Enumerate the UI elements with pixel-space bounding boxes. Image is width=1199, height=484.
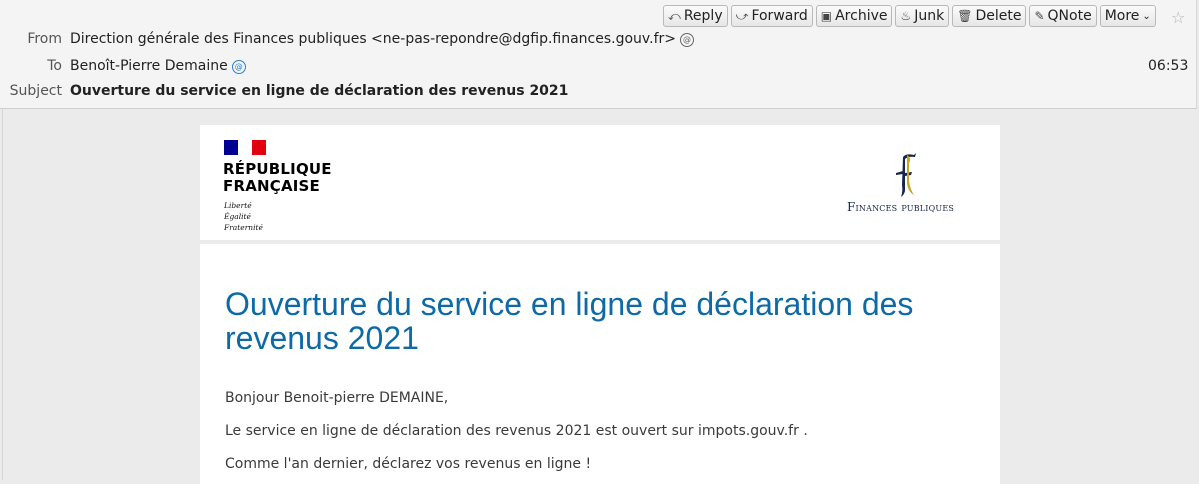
- forward-button[interactable]: ⤻ Forward: [730, 5, 813, 27]
- paragraph: Le service en ligne de déclaration des r…: [225, 423, 808, 439]
- paragraph: Comme l'an dernier, déclarez vos revenus…: [225, 456, 592, 472]
- junk-label: Junk: [914, 8, 945, 24]
- from-value[interactable]: Direction générale des Finances publique…: [70, 31, 694, 47]
- motto-line: Fraternité: [224, 223, 263, 232]
- motto: Liberté Égalité Fraternité: [224, 200, 263, 233]
- fp-text-label: Finances publiques: [847, 200, 955, 214]
- from-label: From: [27, 31, 62, 47]
- motto-line: Égalité: [224, 212, 251, 221]
- rf-line2: FRANÇAISE: [223, 177, 321, 195]
- subject-label: Subject: [9, 83, 62, 99]
- message-header: ⤺ Reply ⤻ Forward ▣ Archive ♨ Junk 🗑 Delete ✎…: [0, 0, 1197, 109]
- finances-publiques-logo-icon: [896, 153, 916, 197]
- forward-icon: ⤻: [735, 8, 749, 23]
- finances-publiques-text: Finances publiques: [847, 200, 954, 214]
- to-label: To: [47, 58, 62, 74]
- star-icon[interactable]: ☆: [1171, 8, 1185, 27]
- reply-icon: ⤺: [668, 8, 681, 23]
- junk-button[interactable]: ♨ Junk: [895, 5, 950, 27]
- republique-logo: RÉPUBLIQUE FRANÇAISE: [223, 161, 332, 195]
- archive-icon: ▣: [820, 9, 833, 23]
- message-toolbar: ⤺ Reply ⤻ Forward ▣ Archive ♨ Junk 🗑 Delete ✎…: [663, 5, 1156, 27]
- forward-label: Forward: [751, 8, 808, 24]
- greeting: Bonjour Benoit-pierre DEMAINE,: [225, 390, 449, 406]
- to-value[interactable]: Benoît-Pierre Demaine @: [70, 58, 246, 74]
- contact-at-icon[interactable]: @: [680, 33, 694, 47]
- archive-button[interactable]: ▣ Archive: [815, 5, 893, 27]
- french-flag-icon: [224, 140, 266, 155]
- qnote-icon: ✎: [1034, 9, 1045, 23]
- junk-icon: ♨: [900, 9, 912, 23]
- email-content: Ouverture du service en ligne de déclara…: [200, 244, 1000, 484]
- qnote-button[interactable]: ✎ QNote: [1029, 5, 1097, 27]
- from-address[interactable]: Direction générale des Finances publique…: [70, 31, 676, 47]
- subject-value: Ouverture du service en ligne de déclara…: [70, 83, 569, 99]
- to-address[interactable]: Benoît-Pierre Demaine: [70, 58, 228, 74]
- qnote-label: QNote: [1047, 8, 1092, 24]
- reply-label: Reply: [683, 8, 723, 24]
- chevron-down-icon: ⌄: [1142, 10, 1151, 22]
- email-banner: RÉPUBLIQUE FRANÇAISE Liberté Égalité Fra…: [200, 125, 1000, 240]
- more-label: More: [1104, 8, 1140, 24]
- contact-at-icon[interactable]: @: [231, 60, 246, 74]
- archive-label: Archive: [835, 8, 888, 24]
- delete-label: Delete: [975, 8, 1022, 24]
- delete-button[interactable]: 🗑 Delete: [952, 5, 1027, 27]
- message-time: 06:53: [1148, 58, 1189, 74]
- reply-button[interactable]: ⤺ Reply: [663, 5, 728, 27]
- more-button[interactable]: More ⌄: [1099, 5, 1156, 27]
- trash-icon: 🗑: [957, 9, 973, 23]
- email-title: Ouverture du service en ligne de déclara…: [225, 286, 914, 356]
- rf-line1: RÉPUBLIQUE: [223, 160, 332, 178]
- motto-line: Liberté: [224, 201, 252, 210]
